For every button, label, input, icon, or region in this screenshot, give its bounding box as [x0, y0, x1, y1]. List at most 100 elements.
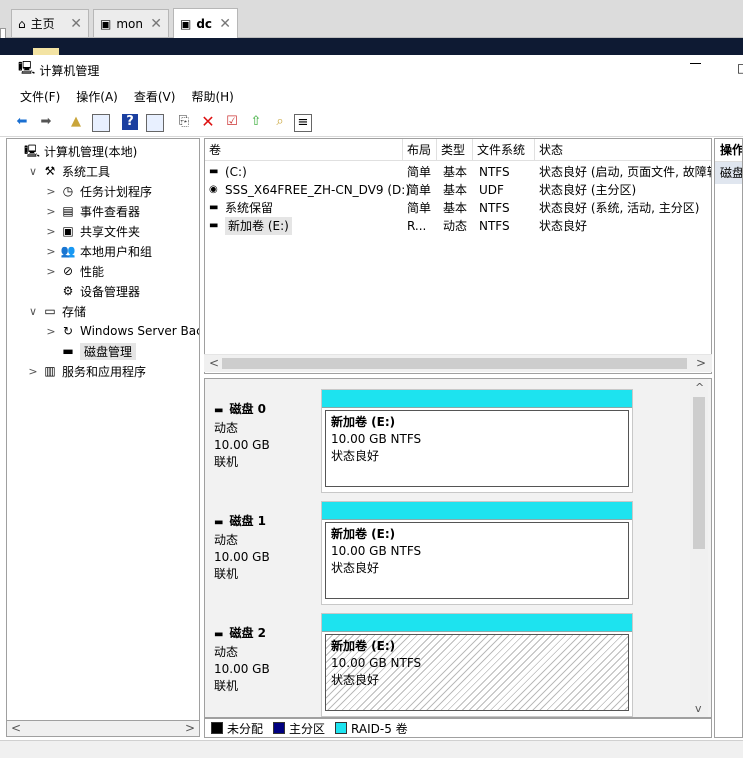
table-row[interactable]: ▬ 系统保留 简单 基本 NTFS 状态良好 (系统, 活动, 主分区) [205, 199, 711, 217]
tree-node-label: 设备管理器 [80, 284, 141, 299]
restore-button[interactable]: □ [737, 61, 743, 75]
disk-icon: ▬ [214, 405, 224, 416]
cell-type: 动态 [443, 219, 468, 233]
menu-help[interactable]: 帮助(H) [183, 88, 241, 105]
tree-node[interactable]: > ▤ 事件查看器 [45, 201, 140, 221]
disk-label[interactable]: ▬ 磁盘 0 动态 10.00 GB 联机 [206, 387, 320, 493]
tree-node-label: 任务计划程序 [80, 184, 153, 199]
col-header-filesystem[interactable]: 文件系统 [473, 139, 535, 161]
scroll-thumb[interactable] [693, 397, 705, 549]
scroll-down-icon[interactable]: v [695, 702, 702, 715]
tab-label: dc [196, 16, 213, 31]
partition-box[interactable]: 新加卷 (E:) 10.00 GB NTFS 状态良好 [325, 634, 629, 711]
chevron-right-icon[interactable]: > [45, 225, 57, 238]
table-row[interactable]: ▬ (C:) 简单 基本 NTFS 状态良好 (启动, 页面文件, 故障转 [205, 163, 711, 181]
tree-node-label: 共享文件夹 [80, 224, 141, 239]
tree-node[interactable]: > 👥 本地用户和组 [45, 241, 152, 261]
disk-partition[interactable]: 新加卷 (E:) 10.00 GB NTFS 状态良好 [321, 389, 633, 493]
tree-horizontal-scrollbar[interactable]: < > [6, 720, 200, 737]
scroll-right-icon[interactable]: > [185, 721, 195, 735]
show-tree-icon[interactable] [92, 114, 110, 132]
tree-node-label: 事件查看器 [80, 204, 141, 219]
cell-type: 基本 [443, 165, 468, 179]
chevron-right-icon[interactable]: > [45, 185, 57, 198]
list-icon[interactable]: ≡ [294, 114, 312, 132]
scroll-left-icon[interactable]: < [209, 356, 219, 370]
chevron-right-icon[interactable]: > [27, 365, 39, 378]
partition-size: 10.00 GB NTFS [331, 544, 422, 558]
check-icon[interactable]: ☑ [224, 114, 240, 130]
tree-node[interactable]: > ↻ Windows Server Back [45, 321, 199, 341]
table-row[interactable]: ▬ 新加卷 (E:) R... 动态 NTFS 状态良好 [205, 217, 711, 235]
col-header-layout[interactable]: 布局 [403, 139, 437, 161]
scroll-left-icon[interactable]: < [11, 721, 21, 735]
properties-icon[interactable] [146, 114, 164, 132]
forward-arrow-icon[interactable]: ➡ [38, 114, 54, 130]
home-icon: ⌂ [18, 16, 26, 31]
legend-label: 未分配 [227, 721, 264, 736]
partition-name: 新加卷 (E:) [331, 639, 396, 653]
vm-icon: ▣ [180, 16, 192, 31]
help-icon[interactable]: ? [122, 114, 138, 130]
browser-tab-bar: ⌂ 主页 ✕ ▣ mon ✕ ▣ dc ✕ [0, 0, 743, 38]
chevron-right-icon[interactable]: > [45, 325, 57, 338]
connect-icon[interactable]: ⎘ [176, 114, 192, 130]
cell-type: 基本 [443, 201, 468, 215]
menu-action[interactable]: 操作(A) [68, 88, 126, 105]
disk-label[interactable]: ▬ 磁盘 1 动态 10.00 GB 联机 [206, 499, 320, 605]
disk-partition[interactable]: 新加卷 (E:) 10.00 GB NTFS 状态良好 [321, 613, 633, 717]
chevron-down-icon[interactable]: ∨ [27, 305, 39, 318]
disk-partition[interactable]: 新加卷 (E:) 10.00 GB NTFS 状态良好 [321, 501, 633, 605]
chevron-right-icon[interactable]: > [45, 205, 57, 218]
chevron-down-icon[interactable]: ∨ [27, 165, 39, 178]
tree-node[interactable]: > ▣ 共享文件夹 [45, 221, 140, 241]
cell-name: SSS_X64FREE_ZH-CN_DV9 (D:) [225, 183, 411, 197]
partition-box[interactable]: 新加卷 (E:) 10.00 GB NTFS 状态良好 [325, 522, 629, 599]
tree-node[interactable]: ∨ ⚒ 系统工具 [27, 161, 110, 181]
scroll-up-icon[interactable]: ^ [695, 381, 704, 394]
disk-kind: 动态 [214, 421, 239, 435]
scroll-right-icon[interactable]: > [696, 356, 706, 370]
navigation-tree: 🖳 计算机管理(本地) ∨ ⚒ 系统工具 > ◷ 任务计划程序 > ▤ 事件查看器 > ▣ 共享文件夹 > 👥… [6, 138, 200, 722]
menu-file[interactable]: 文件(F) [0, 88, 68, 105]
tree-node[interactable]: ∨ ▭ 存储 [27, 301, 86, 321]
browser-tab-mon[interactable]: ▣ mon ✕ [93, 9, 169, 37]
close-icon[interactable]: ✕ [219, 16, 231, 32]
actions-item-disk[interactable]: 磁盘 [715, 162, 742, 184]
up-folder-icon[interactable]: ▲ [68, 114, 84, 130]
chevron-right-icon[interactable]: > [45, 265, 57, 278]
tree-node[interactable]: ▬ 磁盘管理 [45, 341, 137, 361]
minimize-button[interactable] [690, 63, 701, 64]
close-icon[interactable]: ✕ [150, 16, 162, 32]
col-header-type[interactable]: 类型 [437, 139, 473, 161]
disk-name: 磁盘 0 [229, 402, 266, 416]
remote-desktop-band [0, 38, 743, 55]
col-header-volume[interactable]: 卷 [205, 139, 403, 161]
delete-icon[interactable]: ✕ [200, 114, 216, 130]
scroll-thumb[interactable] [222, 358, 687, 369]
tree-node[interactable]: > ◷ 任务计划程序 [45, 181, 152, 201]
back-arrow-icon[interactable]: ⬅ [14, 114, 30, 130]
disk-name: 磁盘 2 [229, 626, 266, 640]
tree-node-label: 磁盘管理 [80, 342, 137, 360]
cell-status: 状态良好 (主分区) [539, 183, 637, 197]
tree-node[interactable]: 🖳 计算机管理(本地) [9, 141, 137, 161]
tab-label: 主页 [30, 17, 55, 31]
chevron-right-icon[interactable]: > [45, 245, 57, 258]
clock-icon: ◷ [62, 184, 74, 198]
disk-label[interactable]: ▬ 磁盘 2 动态 10.00 GB 联机 [206, 611, 320, 717]
browser-tab-dc[interactable]: ▣ dc ✕ [173, 8, 238, 38]
close-icon[interactable]: ✕ [70, 16, 82, 32]
tree-node[interactable]: ⚙ 设备管理器 [45, 281, 140, 301]
tree-node[interactable]: > ⊘ 性能 [45, 261, 104, 281]
browser-tab-home[interactable]: ⌂ 主页 ✕ [11, 9, 89, 37]
graph-vertical-scrollbar[interactable]: ^ v [690, 379, 708, 717]
table-row[interactable]: ◉ SSS_X64FREE_ZH-CN_DV9 (D:) 简单 基本 UDF 状态良好 (… [205, 181, 711, 199]
import-icon[interactable]: ⇧ [248, 114, 264, 130]
partition-box[interactable]: 新加卷 (E:) 10.00 GB NTFS 状态良好 [325, 410, 629, 487]
menu-view[interactable]: 查看(V) [126, 88, 184, 105]
search-icon[interactable]: ⌕ [272, 114, 288, 130]
volume-horizontal-scrollbar[interactable]: < > [204, 354, 712, 372]
tree-node[interactable]: > ▥ 服务和应用程序 [27, 361, 146, 381]
col-header-status[interactable]: 状态 [535, 139, 711, 161]
